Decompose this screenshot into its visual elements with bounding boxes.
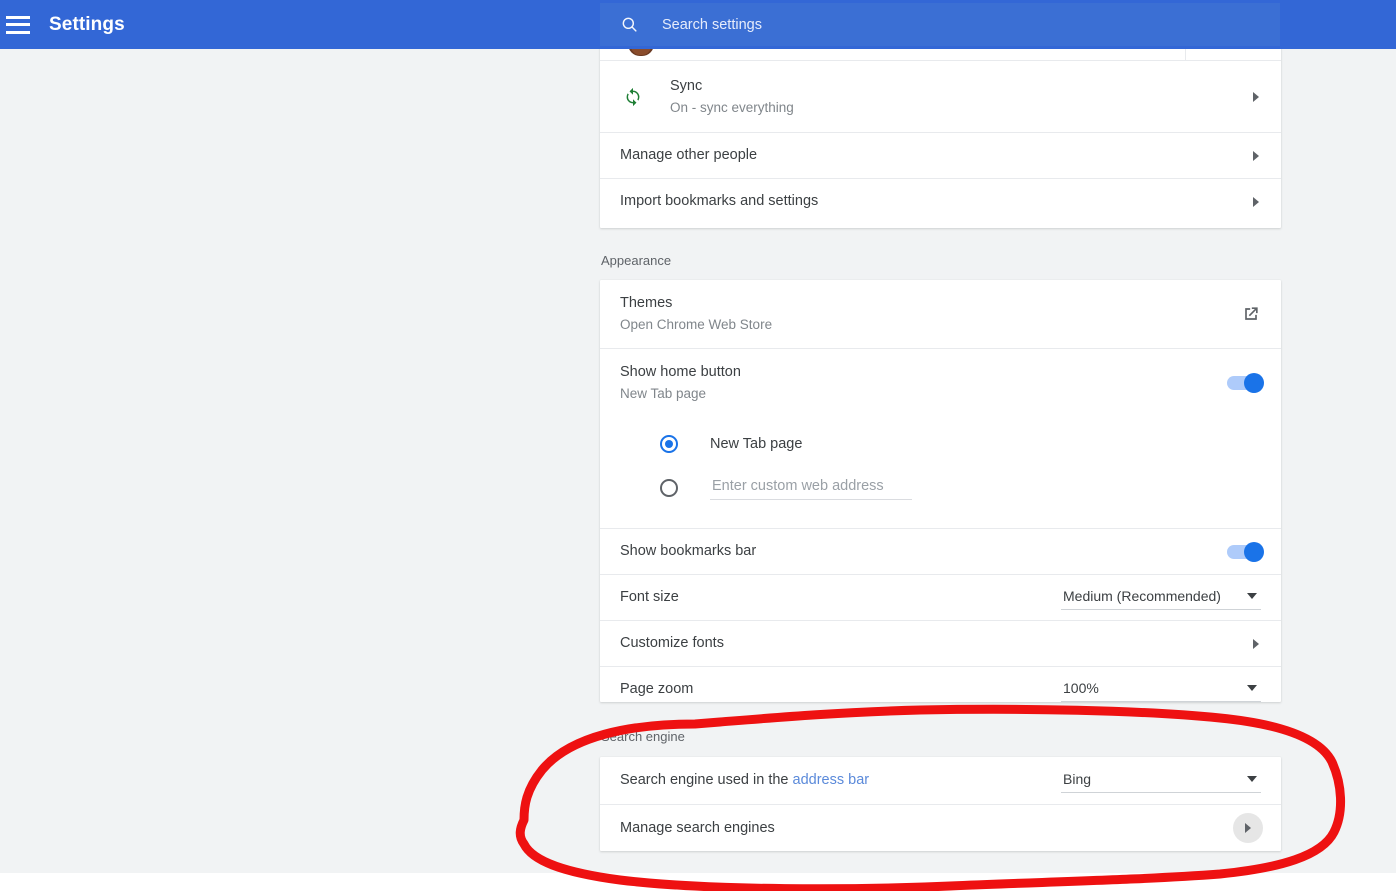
chevron-right-icon[interactable] xyxy=(1253,196,1259,207)
page-zoom-text: Page zoom xyxy=(620,680,1061,699)
search-icon xyxy=(622,17,637,32)
radio-custom-address[interactable] xyxy=(660,479,678,497)
search-engine-title-prefix: Search engine used in the xyxy=(620,772,793,788)
page-zoom-dropdown[interactable]: 100% xyxy=(1061,678,1261,702)
manage-search-engines-title: Manage search engines xyxy=(620,819,775,836)
sync-subtitle: On - sync everything xyxy=(670,99,794,115)
page-zoom-value: 100% xyxy=(1063,679,1099,696)
row-search-engine-address-bar[interactable]: Search engine used in the address bar Bi… xyxy=(600,757,1281,804)
show-bookmarks-bar-text: Show bookmarks bar xyxy=(620,542,1227,561)
radio-option-custom-url[interactable] xyxy=(620,466,1261,510)
row-font-size[interactable]: Font size Medium (Recommended) xyxy=(600,574,1281,620)
themes-title: Themes xyxy=(620,295,673,311)
app-header: Settings Search settings xyxy=(0,0,1396,49)
font-size-title: Font size xyxy=(620,589,679,605)
section-label-search-engine: Search engine xyxy=(601,729,685,744)
chevron-down-icon xyxy=(1247,592,1257,599)
row-show-home-button[interactable]: Show home button New Tab page xyxy=(600,348,1281,416)
address-bar-link[interactable]: address bar xyxy=(793,772,870,788)
open-in-new-icon[interactable] xyxy=(1241,304,1261,324)
import-bookmarks-text: Import bookmarks and settings xyxy=(620,192,1253,211)
show-home-button-toggle[interactable] xyxy=(1227,372,1264,393)
hamburger-bar xyxy=(6,30,30,34)
row-show-bookmarks-bar[interactable]: Show bookmarks bar xyxy=(600,528,1281,574)
manage-search-engines-text: Manage search engines xyxy=(620,819,1233,838)
search-settings-box[interactable]: Search settings xyxy=(600,3,1280,46)
font-size-dropdown[interactable]: Medium (Recommended) xyxy=(1061,586,1261,610)
chevron-right-icon xyxy=(1245,823,1251,833)
show-home-button-title: Show home button xyxy=(620,363,741,380)
customize-fonts-text: Customize fonts xyxy=(620,634,1253,653)
search-engine-value: Bing xyxy=(1063,770,1092,787)
bottom-white-strip xyxy=(0,873,1396,891)
chevron-right-icon[interactable] xyxy=(1253,150,1259,161)
manage-search-engines-arrow-button[interactable] xyxy=(1233,813,1263,843)
radio-option-new-tab[interactable]: New Tab page xyxy=(620,422,1261,466)
page-zoom-title: Page zoom xyxy=(620,681,694,697)
row-sync[interactable]: Sync On - sync everything xyxy=(600,60,1281,132)
search-engine-dropdown[interactable]: Bing xyxy=(1061,769,1261,793)
toggle-knob xyxy=(1244,372,1264,393)
toggle-knob xyxy=(1244,541,1264,562)
show-bookmarks-bar-toggle[interactable] xyxy=(1227,541,1264,562)
radio-new-tab-page[interactable] xyxy=(660,435,678,453)
sync-text: Sync On - sync everything xyxy=(670,77,1253,117)
search-engine-address-bar-title: Search engine used in the address bar xyxy=(620,771,1061,790)
sync-title: Sync xyxy=(670,77,703,94)
show-home-button-subtitle: New Tab page xyxy=(620,385,707,401)
font-size-value: Medium (Recommended) xyxy=(1063,587,1221,604)
row-manage-search-engines[interactable]: Manage search engines xyxy=(600,804,1281,851)
row-import-bookmarks[interactable]: Import bookmarks and settings xyxy=(600,178,1281,224)
show-home-button-text: Show home button New Tab page xyxy=(620,363,1227,403)
chevron-right-icon[interactable] xyxy=(1253,638,1259,649)
themes-subtitle: Open Chrome Web Store xyxy=(620,317,773,332)
search-engine-card: Search engine used in the address bar Bi… xyxy=(600,757,1281,851)
font-size-text: Font size xyxy=(620,588,1061,607)
show-bookmarks-bar-title: Show bookmarks bar xyxy=(620,543,757,559)
import-bookmarks-title: Import bookmarks and settings xyxy=(620,193,819,209)
hamburger-menu-icon[interactable] xyxy=(6,15,30,34)
manage-other-people-title: Manage other people xyxy=(620,147,758,163)
hamburger-bar xyxy=(6,15,30,19)
manage-other-people-text: Manage other people xyxy=(620,146,1253,165)
appearance-card: Themes Open Chrome Web Store Show home b… xyxy=(600,280,1281,702)
hamburger-bar xyxy=(6,23,30,26)
sync-icon xyxy=(626,87,640,106)
chevron-down-icon xyxy=(1247,684,1257,691)
customize-fonts-title: Customize fonts xyxy=(620,635,724,651)
home-page-options: New Tab page xyxy=(600,416,1281,528)
radio-new-tab-label: New Tab page xyxy=(710,436,803,452)
search-input[interactable]: Search settings xyxy=(662,17,762,33)
section-label-appearance: Appearance xyxy=(601,253,672,268)
search-engine-address-bar-text: Search engine used in the address bar xyxy=(620,771,1061,790)
people-card: Sync On - sync everything Manage other p… xyxy=(600,44,1281,228)
chevron-down-icon xyxy=(1247,775,1257,782)
page-title: Settings xyxy=(49,13,125,35)
themes-text: Themes Open Chrome Web Store xyxy=(620,294,1241,334)
chevron-right-icon[interactable] xyxy=(1253,91,1259,102)
row-page-zoom[interactable]: Page zoom 100% xyxy=(600,666,1281,712)
row-manage-other-people[interactable]: Manage other people xyxy=(600,132,1281,178)
custom-web-address-input[interactable] xyxy=(710,476,912,500)
row-customize-fonts[interactable]: Customize fonts xyxy=(600,620,1281,666)
row-themes[interactable]: Themes Open Chrome Web Store xyxy=(600,280,1281,348)
